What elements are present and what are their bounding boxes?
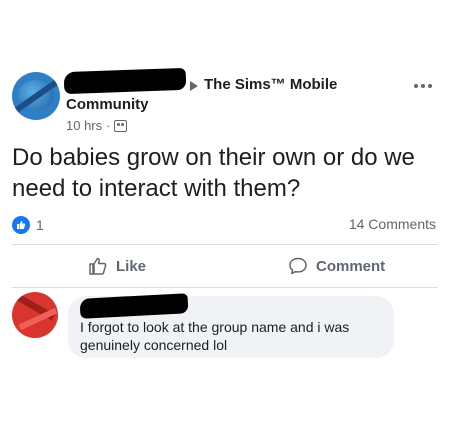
- group-name[interactable]: The Sims™ Mobile: [204, 76, 337, 93]
- comment-icon: [289, 257, 307, 275]
- meta-separator: ·: [106, 118, 111, 133]
- reactions-summary[interactable]: 1: [12, 216, 44, 234]
- comment-button[interactable]: Comment: [288, 256, 385, 276]
- right-arrow-icon: [190, 81, 198, 91]
- more-options-icon[interactable]: [414, 84, 432, 88]
- comment-label: Comment: [316, 257, 386, 275]
- like-icon: [12, 216, 30, 234]
- redacted-poster-name: [63, 67, 187, 95]
- comment-text: I forgot to look at the group name and i…: [80, 319, 350, 353]
- divider: [12, 287, 438, 288]
- poster-avatar[interactable]: [12, 72, 60, 120]
- commenter-avatar[interactable]: [12, 292, 58, 338]
- like-label: Like: [116, 257, 147, 275]
- comments-count[interactable]: 14 Comments: [349, 216, 436, 232]
- like-button[interactable]: Like: [88, 256, 146, 276]
- group-icon: [114, 119, 128, 132]
- post-meta: 10 hrs ·: [66, 118, 128, 133]
- facebook-post: The Sims™ Mobile Community 10 hrs · Do b…: [0, 0, 450, 444]
- group-name-line2[interactable]: Community: [66, 96, 149, 113]
- post-time[interactable]: 10 hrs: [66, 118, 102, 133]
- thumbs-up-icon: [89, 257, 107, 275]
- reaction-count: 1: [36, 217, 44, 233]
- divider: [12, 244, 438, 245]
- post-text: Do babies grow on their own or do we nee…: [12, 144, 415, 202]
